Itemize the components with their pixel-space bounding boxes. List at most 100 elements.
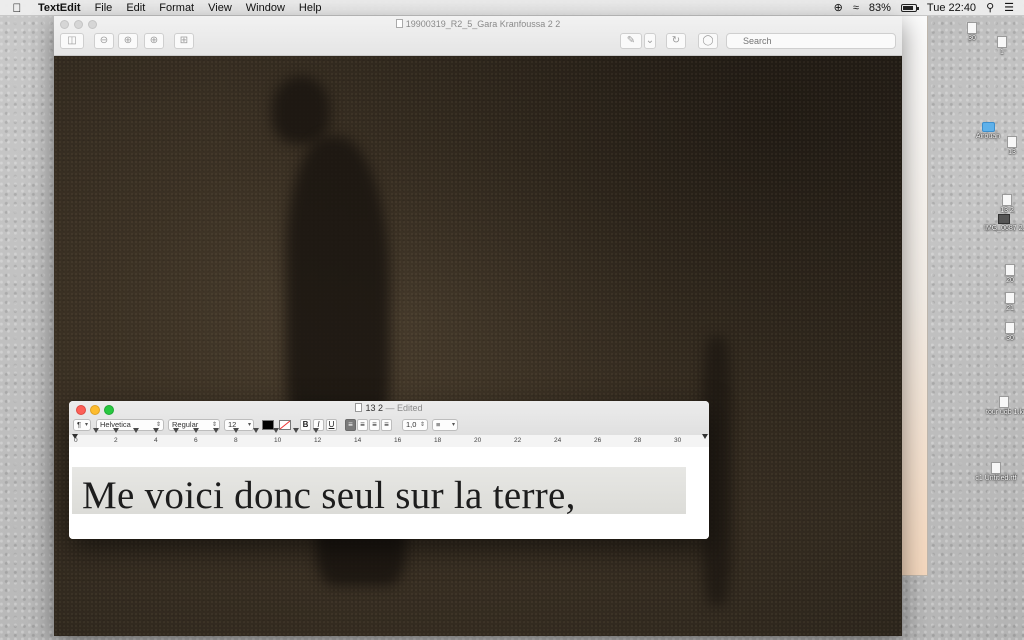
desktop-icon[interactable]: 20: [1000, 264, 1020, 285]
tab-stop[interactable]: [193, 428, 199, 433]
markup-chevron-down-icon[interactable]: ⌄: [644, 33, 656, 49]
preview-titlebar[interactable]: 19900319_R2_5_Gara Kranfoussa 2 2 ◫ ⊖ ⊕ …: [54, 16, 902, 56]
menu-file[interactable]: File: [88, 0, 120, 16]
document-icon: [967, 22, 977, 34]
ruler-number: 16: [394, 437, 402, 444]
menu-clock[interactable]: Tue 22:40: [927, 2, 976, 14]
crop-icon[interactable]: ⊞: [174, 33, 194, 49]
tab-stop[interactable]: [273, 428, 279, 433]
tab-stop[interactable]: [313, 428, 319, 433]
document-icon: [997, 36, 1007, 48]
desktop-icon-label: 20: [1006, 277, 1014, 284]
ruler-number: 18: [434, 437, 442, 444]
battery-icon[interactable]: [900, 3, 919, 12]
tab-stop[interactable]: [133, 428, 139, 433]
apple-menu-icon[interactable]: : [0, 1, 34, 15]
ruler-number: 26: [594, 437, 602, 444]
desktop-icon-label: c1 Untitled.rtf: [975, 475, 1017, 482]
ruler-number: 24: [554, 437, 562, 444]
bold-button[interactable]: B: [300, 419, 311, 431]
desktop-icon[interactable]: 1: [990, 36, 1014, 57]
menu-edit[interactable]: Edit: [119, 0, 152, 16]
ruler-number: 22: [514, 437, 522, 444]
align-right-icon[interactable]: ≡: [369, 419, 380, 431]
markup-toolbar-icon[interactable]: ◯: [698, 33, 718, 49]
preview-title-text: 19900319_R2_5_Gara Kranfoussa 2 2: [405, 19, 561, 29]
list-style-select[interactable]: ≡ ▾: [432, 419, 458, 431]
document-text: Me voici donc seul sur la terre,: [82, 474, 576, 517]
textedit-window[interactable]: 13 2 — Edited ¶ ▾ Helvetica ⇕ Regular ⇕ 12 ▾…: [69, 401, 709, 539]
wifi-icon[interactable]: ≈: [853, 2, 859, 14]
menu-view[interactable]: View: [201, 0, 239, 16]
desktop-icon-label: 30: [968, 35, 976, 42]
line-spacing-select[interactable]: 1,0 ⇕: [402, 419, 428, 431]
desktop-icon[interactable]: tour uqb 1.kmz: [986, 396, 1024, 417]
zoom-out-icon[interactable]: ⊖: [94, 33, 114, 49]
desktop-icon-label: 30: [1006, 335, 1014, 342]
tab-stop[interactable]: [233, 428, 239, 433]
spotlight-search-icon[interactable]: ⚲: [986, 1, 994, 14]
ruler-number: 28: [634, 437, 642, 444]
align-center-icon[interactable]: ≡: [357, 419, 368, 431]
line-spacing-value: 1,0: [406, 420, 417, 429]
rotate-icon[interactable]: ↻: [666, 33, 686, 49]
chevron-down-icon: ▾: [84, 422, 88, 428]
underline-button[interactable]: U: [326, 419, 337, 431]
align-justify-icon[interactable]: ≡: [381, 419, 392, 431]
document-icon: [991, 462, 1001, 474]
chevron-down-icon: ▾: [247, 422, 251, 428]
tab-stop[interactable]: [213, 428, 219, 433]
textedit-title-text: 13 2: [365, 403, 383, 413]
tab-stop[interactable]: [113, 428, 119, 433]
right-indent-marker[interactable]: [702, 434, 708, 439]
search-input[interactable]: [726, 33, 896, 49]
vpn-icon[interactable]: ⊕: [834, 1, 843, 14]
desktop-icon[interactable]: 13 2: [994, 194, 1020, 215]
document-icon: [395, 19, 403, 28]
font-size-combobox[interactable]: 12 ▾: [224, 419, 254, 431]
ruler-number: 14: [354, 437, 362, 444]
menu-help[interactable]: Help: [292, 0, 329, 16]
ruler[interactable]: 0 2 4 6 8 10 12 14 16 18 20 22 24 26 28 …: [69, 428, 709, 447]
zoom-to-fit-icon[interactable]: ⊕: [144, 33, 164, 49]
photo-grain: [54, 56, 902, 636]
ruler-number: 6: [194, 437, 198, 444]
desktop-icon[interactable]: c1 Untitled.rtf: [970, 462, 1022, 483]
document-text-area[interactable]: Me voici donc seul sur la terre,: [69, 448, 709, 539]
menu-app-textedit[interactable]: TextEdit: [34, 0, 88, 16]
chevron-down-icon: ▾: [451, 422, 455, 428]
ruler-number: 10: [274, 437, 282, 444]
edited-status: — Edited: [385, 403, 423, 413]
desktop-icon[interactable]: 30: [1000, 322, 1020, 343]
desktop-icon[interactable]: IMG_0687 2.HEIC: [984, 214, 1024, 233]
tab-stop[interactable]: [153, 428, 159, 433]
preview-window[interactable]: 19900319_R2_5_Gara Kranfoussa 2 2 ◫ ⊖ ⊕ …: [54, 16, 902, 636]
desktop-icon[interactable]: 30: [960, 22, 984, 43]
folder-icon: [981, 122, 995, 132]
menu-bar:  TextEdit File Edit Format View Window …: [0, 0, 1024, 16]
desktop-icon[interactable]: 13: [1002, 136, 1022, 157]
document-icon: [1002, 194, 1012, 206]
document-icon: [1005, 264, 1015, 276]
pasted-scan-image[interactable]: Me voici donc seul sur la terre,: [72, 467, 686, 517]
battery-percent[interactable]: 83%: [869, 2, 891, 14]
document-icon: [999, 396, 1009, 408]
document-icon: [1005, 322, 1015, 334]
tab-stop[interactable]: [253, 428, 259, 433]
menu-window[interactable]: Window: [239, 0, 292, 16]
sidebar-toggle-button[interactable]: ◫: [60, 33, 84, 49]
photo-canvas[interactable]: [54, 56, 902, 636]
align-left-icon[interactable]: ≡: [345, 419, 356, 431]
tab-stop[interactable]: [93, 428, 99, 433]
tab-stop[interactable]: [173, 428, 179, 433]
desktop-icon[interactable]: 21: [1000, 292, 1020, 313]
paragraph-style-select[interactable]: ¶ ▾: [73, 419, 91, 431]
ruler-number: 20: [474, 437, 482, 444]
zoom-in-icon[interactable]: ⊕: [118, 33, 138, 49]
markup-pen-icon[interactable]: ✎: [620, 33, 642, 49]
notification-center-icon[interactable]: ☰: [1004, 1, 1014, 14]
menu-format[interactable]: Format: [152, 0, 201, 16]
ruler-number: 2: [114, 437, 118, 444]
tab-stop[interactable]: [293, 428, 299, 433]
background-color-well[interactable]: [279, 420, 291, 430]
